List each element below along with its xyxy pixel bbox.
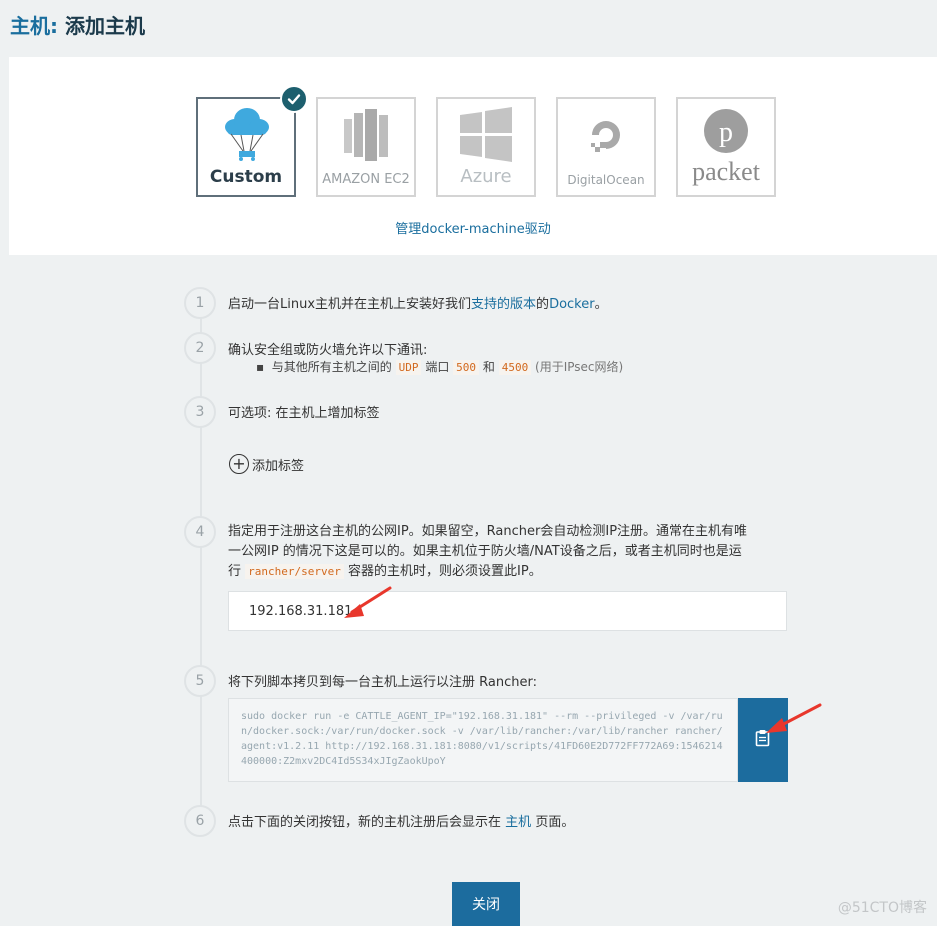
step-1-text-before: 启动一台Linux主机并在主机上安装好我们 [228,297,472,312]
driver-label: packet [692,157,760,186]
step-4-text: 指定用于注册这台主机的公网IP。如果留空，Rancher会自动检测IP注册。通常… [228,522,788,582]
add-label-button[interactable]: + 添加标签 [229,454,304,474]
step-1-text: 启动一台Linux主机并在主机上安装好我们支持的版本的Docker。 [228,293,608,312]
plus-circle-icon: + [229,454,249,474]
svg-text:p: p [719,117,733,148]
and-label: 和 [482,360,495,374]
add-label-text: 添加标签 [252,458,305,474]
step-5-text: 将下列脚本拷贝到每一台主机上运行以注册 Rancher: [228,675,537,690]
docker-link[interactable]: Docker [549,297,595,312]
parachute-cloud-icon [221,107,271,169]
bullet-prefix: 与其他所有主机之间的 [271,360,392,374]
registration-script[interactable]: sudo docker run -e CATTLE_AGENT_IP="192.… [228,698,738,782]
step-2-text: 确认安全组或防火墙允许以下通讯: [228,343,428,358]
page-title: 主机: 添加主机 [10,10,145,39]
annotation-arrow-icon [766,703,822,733]
driver-azure[interactable]: Azure [436,97,536,197]
driver-digitalocean[interactable]: DigitalOcean [556,97,656,197]
step-1-text-mid: 的 [536,297,550,312]
packet-logo-icon: p [701,107,751,161]
step-2-bullet: ▪ 与其他所有主机之间的 UDP 端口 500 和 4500 (用于IPsec网… [256,360,624,375]
amazon-ec2-icon [340,107,392,167]
port-4500-code: 4500 [498,360,532,375]
step-6-text: 点击下面的关闭按钮，新的主机注册后会显示在 主机 页面。 [228,811,574,830]
driver-label: DigitalOcean [567,173,645,187]
step-4-line-2: 一公网IP 的情况下这是可以的。如果主机位于防火墙/NAT设备之后，或者主机同时… [228,544,742,559]
step-number-4: 4 [184,516,216,548]
step-4-line-3-before: 行 [228,564,242,579]
driver-label: AMAZON EC2 [322,172,410,187]
manage-drivers-link[interactable]: 管理docker-machine驱动 [9,218,937,237]
close-button[interactable]: 关闭 [452,882,520,926]
steps-timeline [200,290,202,820]
machine-drivers-panel: Custom AMAZON EC2 Azure DigitalOcean p p… [9,57,937,255]
driver-label: Azure [460,166,512,187]
protocol-code: UDP [395,360,422,375]
ipsec-note: (用于IPsec网络) [535,360,624,374]
step-number-6: 6 [184,805,216,837]
step-6-text-after: 页面。 [535,815,575,830]
step-1-text-end: 。 [594,297,608,312]
windows-logo-icon [458,107,514,167]
public-ip-input[interactable] [228,591,787,631]
step-number-1: 1 [184,287,216,319]
rancher-server-code: rancher/server [245,564,344,579]
title-section: 主机 [10,14,50,38]
watermark: @51CTO博客 [837,900,927,916]
driver-label: Custom [209,167,283,187]
step-6-text-before: 点击下面的关闭按钮，新的主机注册后会显示在 [228,815,502,830]
annotation-arrow-icon [344,586,392,618]
driver-amazon-ec2[interactable]: AMAZON EC2 [316,97,416,197]
step-4-line-1: 指定用于注册这台主机的公网IP。如果留空，Rancher会自动检测IP注册。通常… [228,524,748,539]
driver-packet[interactable]: p packet [676,97,776,197]
title-separator: : [50,14,58,38]
step-number-3: 3 [184,396,216,428]
step-number-5: 5 [184,665,216,697]
step-4-line-3-after: 容器的主机时，则必须设置此IP。 [348,564,542,579]
step-number-2: 2 [184,332,216,364]
step-4-line-3: 行 rancher/server 容器的主机时，则必须设置此IP。 [228,562,788,582]
driver-custom[interactable]: Custom [196,85,308,197]
title-main: 添加主机 [58,14,145,38]
port-label: 端口 [425,360,450,374]
hosts-page-link[interactable]: 主机 [505,815,531,830]
port-500-code: 500 [453,360,480,375]
digitalocean-logo-icon [586,115,626,159]
supported-versions-link[interactable]: 支持的版本 [471,297,536,312]
selected-check-icon [280,85,308,113]
step-3-text: 可选项: 在主机上增加标签 [228,406,380,421]
